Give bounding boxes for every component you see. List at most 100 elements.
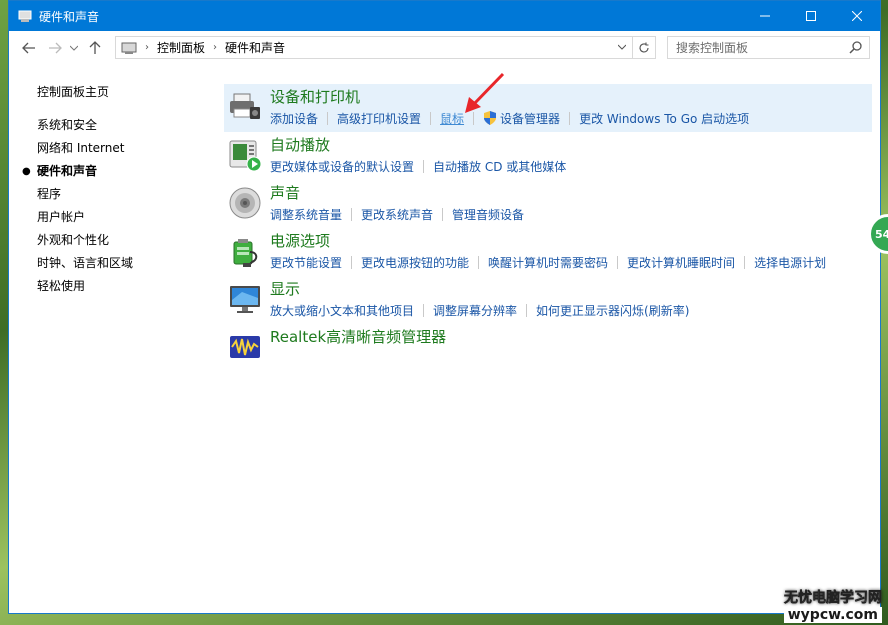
category-autoplay: 自动播放 更改媒体或设备的默认设置 自动播放 CD 或其他媒体	[224, 132, 872, 180]
sidebar-item-label: 用户帐户	[37, 210, 86, 224]
sidebar-item-clock-region[interactable]: 时钟、语言和区域	[37, 252, 217, 275]
close-button[interactable]	[834, 1, 880, 31]
sidebar-item-label: 外观和个性化	[37, 233, 110, 247]
link-divider	[569, 111, 571, 125]
autoplay-cd-link[interactable]: 自动播放 CD 或其他媒体	[433, 158, 566, 175]
recent-locations-button[interactable]	[67, 36, 81, 60]
fix-flicker-link[interactable]: 如何更正显示器闪烁(刷新率)	[536, 302, 689, 319]
address-bar[interactable]: › 控制面板 › 硬件和声音	[115, 36, 656, 59]
search-input[interactable]: 搜索控制面板	[667, 36, 870, 59]
speaker-icon[interactable]	[228, 186, 262, 220]
link-divider	[351, 207, 353, 221]
sidebar-item-programs[interactable]: 程序	[37, 183, 217, 206]
up-button[interactable]	[83, 36, 107, 60]
control-panel-small-icon	[121, 42, 137, 54]
refresh-icon	[639, 42, 649, 53]
category-title[interactable]: 自动播放	[270, 132, 872, 156]
address-dropdown-button[interactable]	[612, 42, 632, 53]
link-divider	[351, 255, 353, 269]
manage-audio-devices-link[interactable]: 管理音频设备	[452, 206, 524, 223]
forward-button[interactable]	[43, 36, 67, 60]
category-title[interactable]: 设备和打印机	[270, 84, 872, 108]
power-button-function-link[interactable]: 更改电源按钮的功能	[361, 254, 469, 271]
category-title[interactable]: Realtek高清晰音频管理器	[270, 324, 872, 348]
change-power-saving-link[interactable]: 更改节能设置	[270, 254, 342, 271]
window-title: 硬件和声音	[39, 9, 100, 24]
category-title[interactable]: 显示	[270, 276, 872, 300]
sidebar-item-hardware-sound[interactable]: ● 硬件和声音	[22, 160, 217, 183]
sidebar-item-label: 硬件和声音	[37, 164, 98, 178]
category-realtek-audio: Realtek高清晰音频管理器	[224, 324, 872, 372]
watermark-line2: wypcw.com	[783, 607, 882, 623]
display-icon[interactable]	[228, 282, 262, 316]
link-divider	[744, 255, 746, 269]
sidebar-item-label: 网络和 Internet	[37, 141, 125, 155]
adjust-volume-link[interactable]: 调整系统音量	[270, 206, 342, 223]
change-default-media-settings-link[interactable]: 更改媒体或设备的默认设置	[270, 158, 414, 175]
navigation-bar: › 控制面板 › 硬件和声音 搜索控制面板	[9, 31, 880, 65]
site-watermark: 无忧电脑学习网 wypcw.com	[784, 587, 882, 623]
printer-icon[interactable]	[228, 90, 262, 124]
search-icon[interactable]	[849, 40, 863, 54]
sidebar-item-appearance[interactable]: 外观和个性化	[37, 229, 217, 252]
category-title[interactable]: 声音	[270, 180, 872, 204]
search-placeholder: 搜索控制面板	[676, 41, 749, 55]
sidebar-item-label: 系统和安全	[37, 118, 98, 132]
link-divider	[430, 111, 432, 125]
breadcrumb-separator: ›	[213, 42, 218, 53]
link-divider	[526, 303, 528, 317]
power-options-icon[interactable]	[228, 234, 262, 268]
maximize-icon	[806, 11, 816, 21]
chevron-down-icon	[617, 44, 627, 50]
autoplay-icon[interactable]	[228, 138, 262, 172]
choose-power-plan-link[interactable]: 选择电源计划	[754, 254, 826, 271]
category-list: 设备和打印机 添加设备 高级打印机设置 鼠标 设备管理器 更改 Windows …	[224, 84, 872, 372]
chevron-down-icon	[70, 45, 78, 51]
sidebar-item-label: 轻松使用	[37, 279, 86, 293]
category-devices-printers: 设备和打印机 添加设备 高级打印机设置 鼠标 设备管理器 更改 Windows …	[224, 84, 872, 132]
watermark-line1: 无忧电脑学习网	[784, 590, 883, 607]
minimize-icon	[760, 15, 770, 17]
sidebar-item-label: 时钟、语言和区域	[37, 256, 134, 270]
category-display: 显示 放大或缩小文本和其他项目 调整屏幕分辨率 如何更正显示器闪烁(刷新率)	[224, 276, 872, 324]
maximize-button[interactable]	[788, 1, 834, 31]
sidebar-item-user-accounts[interactable]: 用户帐户	[37, 206, 217, 229]
link-divider	[423, 159, 425, 173]
link-divider	[327, 111, 329, 125]
sidebar-item-ease-of-access[interactable]: 轻松使用	[37, 275, 217, 298]
device-manager-link[interactable]: 设备管理器	[500, 110, 560, 127]
add-device-link[interactable]: 添加设备	[270, 110, 318, 127]
title-bar[interactable]: 硬件和声音	[9, 1, 880, 31]
zoom-text-link[interactable]: 放大或缩小文本和其他项目	[270, 302, 414, 319]
breadcrumb-hardware-sound[interactable]: 硬件和声音	[225, 39, 285, 56]
sidebar: 控制面板主页 系统和安全 网络和 Internet ● 硬件和声音 程序 用户帐户…	[22, 81, 217, 298]
link-divider	[423, 303, 425, 317]
sidebar-item-home[interactable]: 控制面板主页	[37, 81, 217, 104]
windows-to-go-link[interactable]: 更改 Windows To Go 启动选项	[579, 110, 749, 127]
minimize-button[interactable]	[742, 1, 788, 31]
close-icon	[852, 11, 862, 21]
sidebar-item-system-security[interactable]: 系统和安全	[37, 114, 217, 137]
require-password-on-wake-link[interactable]: 唤醒计算机时需要密码	[488, 254, 608, 271]
sidebar-item-label: 程序	[37, 187, 62, 201]
control-panel-icon	[18, 10, 32, 22]
category-title[interactable]: 电源选项	[270, 228, 872, 252]
refresh-button[interactable]	[632, 37, 655, 58]
change-sleep-time-link[interactable]: 更改计算机睡眠时间	[627, 254, 735, 271]
back-button[interactable]	[17, 36, 41, 60]
breadcrumb-control-panel[interactable]: 控制面板	[157, 39, 205, 56]
arrow-left-icon	[22, 42, 35, 54]
realtek-audio-icon[interactable]	[228, 330, 262, 364]
category-sound: 声音 调整系统音量 更改系统声音 管理音频设备	[224, 180, 872, 228]
badge-text: 54	[875, 227, 888, 241]
annotation-arrow	[465, 72, 505, 113]
link-divider	[442, 207, 444, 221]
change-system-sounds-link[interactable]: 更改系统声音	[361, 206, 433, 223]
sidebar-item-network[interactable]: 网络和 Internet	[37, 137, 217, 160]
advanced-printer-setup-link[interactable]: 高级打印机设置	[337, 110, 421, 127]
breadcrumb-separator: ›	[145, 42, 149, 53]
control-panel-window: 硬件和声音 › 控制面板 › 硬件和声音 搜索控制面板 控制面板主页 系统和安全…	[8, 0, 881, 614]
adjust-resolution-link[interactable]: 调整屏幕分辨率	[433, 302, 517, 319]
category-power-options: 电源选项 更改节能设置 更改电源按钮的功能 唤醒计算机时需要密码 更改计算机睡眠…	[224, 228, 872, 276]
arrow-up-icon	[89, 41, 101, 54]
